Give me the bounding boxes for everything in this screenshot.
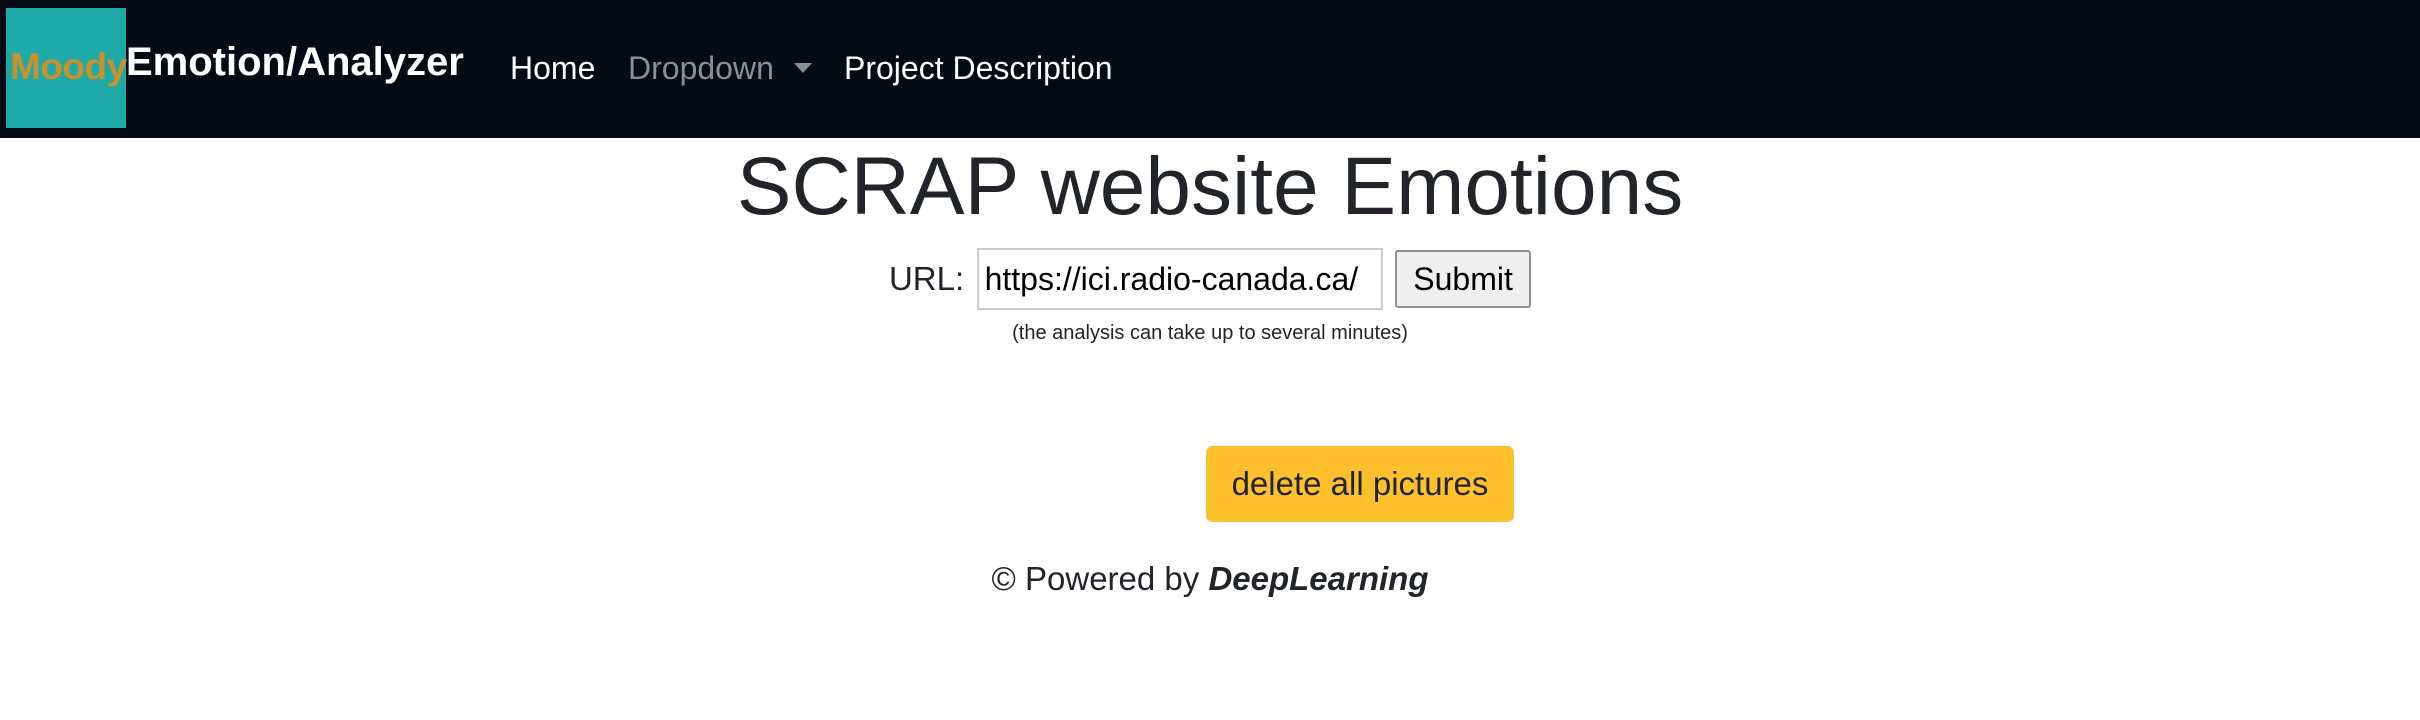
url-input[interactable] <box>976 248 1383 310</box>
navbar: Moody Emotion/Analyzer Home Dropdown Pro… <box>0 0 2420 138</box>
brand-title[interactable]: Emotion/Analyzer <box>126 40 464 85</box>
nav-home-link[interactable]: Home <box>510 50 595 87</box>
nav-dropdown-toggle[interactable]: Dropdown <box>628 50 774 87</box>
footer: © Powered by DeepLearning <box>0 560 2420 598</box>
analysis-hint: (the analysis can take up to several min… <box>1012 322 1408 344</box>
caret-down-icon[interactable] <box>794 63 812 73</box>
url-form: URL: Submit <box>0 248 2420 310</box>
nav-project-description-link[interactable]: Project Description <box>844 50 1113 87</box>
submit-button[interactable]: Submit <box>1395 250 1532 308</box>
footer-prefix: © Powered by <box>991 560 1209 597</box>
logo[interactable]: Moody <box>6 8 127 128</box>
page-title: SCRAP website Emotions <box>736 141 1684 232</box>
delete-all-pictures-button[interactable]: delete all pictures <box>1206 446 1514 522</box>
logo-text: Moody <box>10 46 127 87</box>
url-label: URL: <box>888 260 965 297</box>
footer-brand: DeepLearning <box>1208 560 1429 597</box>
